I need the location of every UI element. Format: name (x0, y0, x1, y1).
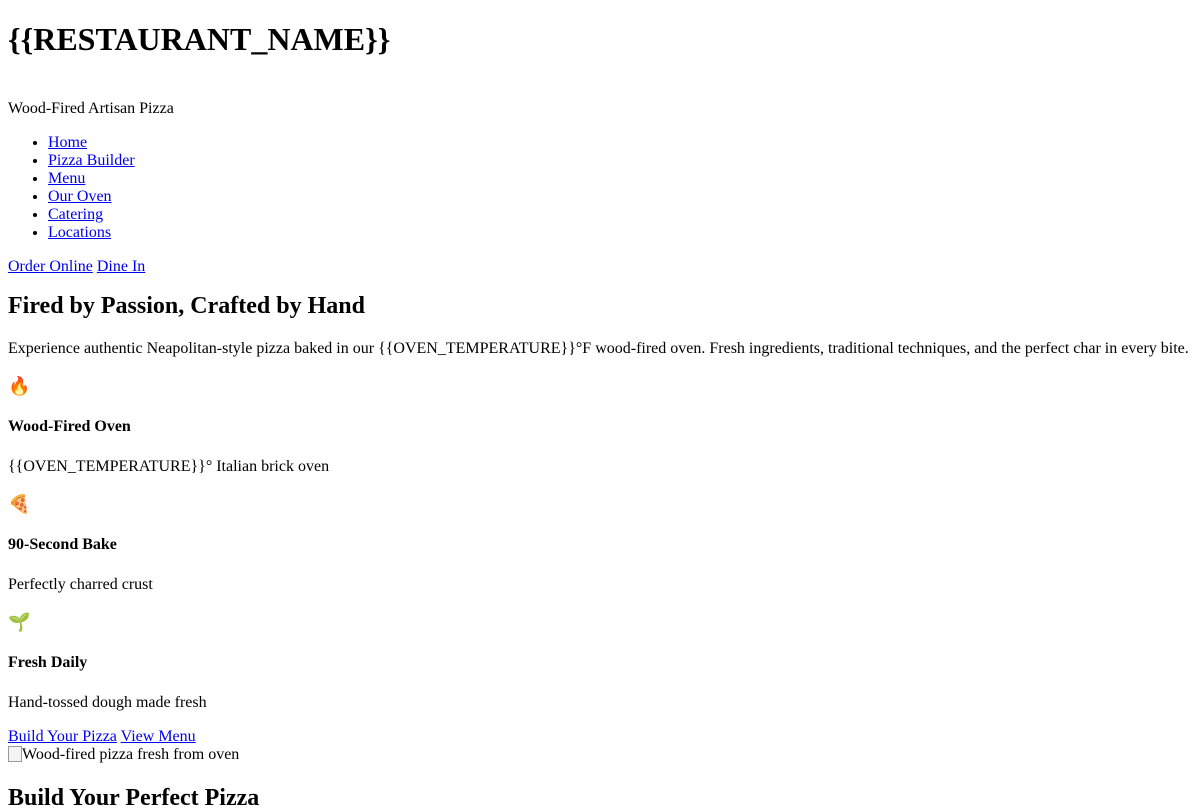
hero-image-alt-text: Wood-fired pizza fresh from oven (22, 746, 240, 763)
feature-fresh-daily: 🌱 Fresh Daily Hand-tossed dough made fre… (8, 614, 1192, 712)
feature-text: {{OVEN_TEMPERATURE}}° Italian brick oven (8, 458, 330, 475)
view-menu-link[interactable]: View Menu (121, 728, 196, 745)
nav-link-our-oven[interactable]: Our Oven (48, 188, 112, 205)
feature-list: 🔥 Wood-Fired Oven {{OVEN_TEMPERATURE}}° … (8, 378, 1192, 712)
feature-title: Fresh Daily (8, 654, 88, 671)
broken-image-icon (8, 746, 22, 762)
seedling-icon: 🌱 (8, 612, 31, 633)
feature-wood-fired-oven: 🔥 Wood-Fired Oven {{OVEN_TEMPERATURE}}° … (8, 378, 1192, 476)
feature-text: Perfectly charred crust (8, 576, 153, 593)
nav-item-pizza-builder: Pizza Builder (48, 152, 1192, 170)
pizza-icon: 🍕 (8, 494, 31, 515)
restaurant-name: {{RESTAURANT_NAME}} (8, 21, 391, 57)
page: {{RESTAURANT_NAME}} Wood-Fired Artisan P… (0, 0, 1200, 812)
nav-link-pizza-builder[interactable]: Pizza Builder (48, 152, 135, 169)
nav-link-locations[interactable]: Locations (48, 224, 111, 241)
hero-actions: Build Your Pizza View Menu (8, 728, 1192, 746)
site-header: {{RESTAURANT_NAME}} Wood-Fired Artisan P… (8, 0, 1192, 276)
build-your-pizza-link[interactable]: Build Your Pizza (8, 728, 117, 745)
feature-title: 90-Second Bake (8, 536, 117, 553)
hero-image: Wood-fired pizza fresh from oven (8, 746, 1192, 764)
nav-item-catering: Catering (48, 206, 1192, 224)
order-online-link[interactable]: Order Online (8, 258, 93, 275)
nav-link-catering[interactable]: Catering (48, 206, 103, 223)
dine-in-link[interactable]: Dine In (97, 258, 145, 275)
nav-item-menu: Menu (48, 170, 1192, 188)
header-actions: Order Online Dine In (8, 258, 1192, 276)
nav-item-our-oven: Our Oven (48, 188, 1192, 206)
nav-item-locations: Locations (48, 224, 1192, 242)
nav-link-home[interactable]: Home (48, 134, 87, 151)
hero-description: Experience authentic Neapolitan-style pi… (8, 340, 1189, 357)
fire-icon: 🔥 (8, 376, 31, 397)
feature-text: Hand-tossed dough made fresh (8, 694, 207, 711)
hero-title: Fired by Passion, Crafted by Hand (8, 293, 365, 319)
pizza-builder-section: Build Your Perfect Pizza (8, 784, 1192, 812)
hero-section: Fired by Passion, Crafted by Hand Experi… (8, 292, 1192, 764)
feature-title: Wood-Fired Oven (8, 418, 131, 435)
builder-title: Build Your Perfect Pizza (8, 785, 260, 811)
nav-item-home: Home (48, 134, 1192, 152)
main-nav: Home Pizza Builder Menu Our Oven Caterin… (8, 134, 1192, 242)
tagline: Wood-Fired Artisan Pizza (8, 100, 174, 117)
nav-link-menu[interactable]: Menu (48, 170, 85, 187)
feature-90-second-bake: 🍕 90-Second Bake Perfectly charred crust (8, 496, 1192, 594)
